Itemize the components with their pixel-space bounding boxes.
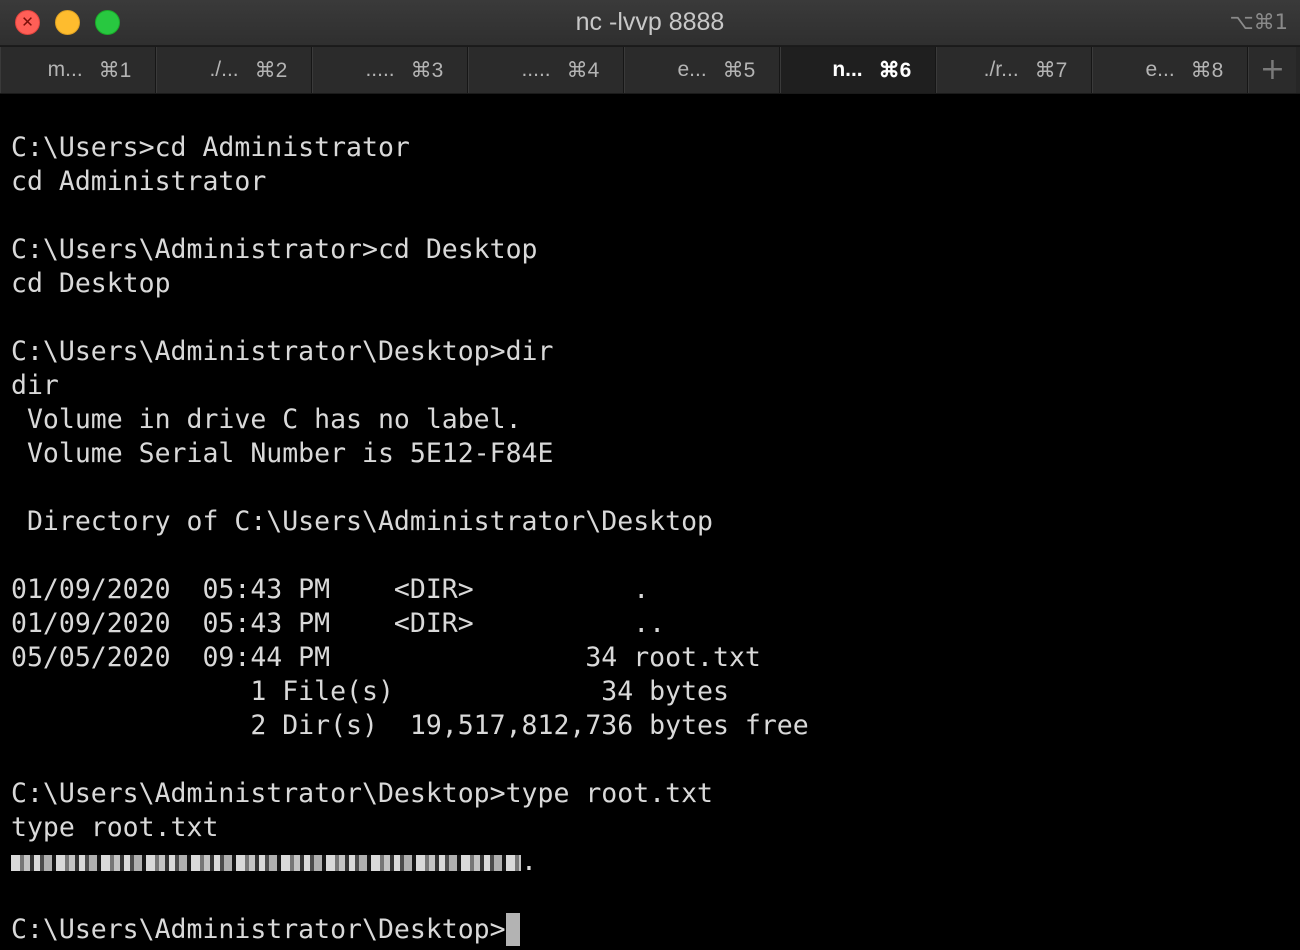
tab-shortcut: ⌘7 bbox=[1034, 58, 1068, 82]
tab-bar: m... ⌘1 ./... ⌘2 ..... ⌘3 ..... ⌘4 e... … bbox=[0, 46, 1300, 94]
tab-1[interactable]: m... ⌘1 bbox=[0, 47, 156, 93]
tab-shortcut: ⌘3 bbox=[410, 58, 444, 82]
tab-shortcut: ⌘4 bbox=[566, 58, 600, 82]
command-prompt: C:\Users\Administrator\Desktop> bbox=[11, 914, 506, 945]
tab-5[interactable]: e... ⌘5 bbox=[624, 47, 780, 93]
redacted-suffix: . bbox=[521, 846, 537, 877]
title-bar[interactable]: ✕ nc -lvvp 8888 ⌥⌘1 bbox=[0, 0, 1300, 46]
tab-label: ./r... bbox=[983, 58, 1019, 81]
terminal-line: Volume in drive C has no label. bbox=[11, 404, 522, 435]
terminal-line: C:\Users\Administrator\Desktop>dir bbox=[11, 336, 554, 367]
tab-2[interactable]: ./... ⌘2 bbox=[156, 47, 312, 93]
terminal-line: C:\Users\Administrator\Desktop>type root… bbox=[11, 778, 713, 809]
text-cursor bbox=[505, 913, 520, 946]
redacted-output-line: . bbox=[11, 845, 1291, 879]
tab-label: m... bbox=[47, 58, 83, 81]
tab-shortcut: ⌘2 bbox=[254, 58, 288, 82]
tab-shortcut: ⌘6 bbox=[878, 58, 912, 82]
terminal-line: Directory of C:\Users\Administrator\Desk… bbox=[11, 506, 713, 537]
tab-label: ..... bbox=[365, 58, 395, 81]
tab-7[interactable]: ./r... ⌘7 bbox=[936, 47, 1092, 93]
terminal-line: cd Administrator bbox=[11, 166, 267, 197]
tab-label: n... bbox=[832, 58, 863, 81]
tab-label: e... bbox=[677, 58, 707, 81]
terminal-line: 05/05/2020 09:44 PM 34 root.txt bbox=[11, 642, 761, 673]
terminal-line: 2 Dir(s) 19,517,812,736 bytes free bbox=[11, 710, 809, 741]
window-shortcut: ⌥⌘1 bbox=[1229, 10, 1288, 34]
terminal-line: Volume Serial Number is 5E12-F84E bbox=[11, 438, 554, 469]
prompt-line[interactable]: C:\Users\Administrator\Desktop> bbox=[11, 913, 1291, 947]
tab-shortcut: ⌘1 bbox=[98, 58, 132, 82]
window-title: nc -lvvp 8888 bbox=[575, 8, 725, 36]
tab-label: e... bbox=[1145, 58, 1175, 81]
terminal-line: 01/09/2020 05:43 PM <DIR> . bbox=[11, 574, 650, 605]
terminal-line: 1 File(s) 34 bytes bbox=[11, 676, 729, 707]
tab-8[interactable]: e... ⌘8 bbox=[1092, 47, 1248, 93]
terminal-line: dir bbox=[11, 370, 59, 401]
terminal-window: ✕ nc -lvvp 8888 ⌥⌘1 m... ⌘1 ./... ⌘2 ...… bbox=[0, 0, 1300, 950]
terminal-output[interactable]: C:\Users>cd Administrator cd Administrat… bbox=[11, 131, 1291, 946]
tab-4[interactable]: ..... ⌘4 bbox=[468, 47, 624, 93]
terminal-line: 01/09/2020 05:43 PM <DIR> .. bbox=[11, 608, 666, 639]
redacted-flag bbox=[11, 854, 521, 871]
tab-3[interactable]: ..... ⌘3 bbox=[312, 47, 468, 93]
tab-shortcut: ⌘5 bbox=[722, 58, 756, 82]
terminal-line: cd Desktop bbox=[11, 268, 171, 299]
terminal-line: type root.txt bbox=[11, 812, 219, 843]
new-tab-button[interactable]: + bbox=[1248, 47, 1296, 93]
plus-icon: + bbox=[1259, 52, 1286, 87]
terminal-line: C:\Users>cd Administrator bbox=[11, 132, 410, 163]
tab-label: ..... bbox=[521, 58, 551, 81]
tab-shortcut: ⌘8 bbox=[1190, 58, 1224, 82]
tab-label: ./... bbox=[209, 58, 239, 81]
terminal-line: C:\Users\Administrator>cd Desktop bbox=[11, 234, 538, 265]
tab-6-active[interactable]: n... ⌘6 bbox=[780, 47, 936, 93]
